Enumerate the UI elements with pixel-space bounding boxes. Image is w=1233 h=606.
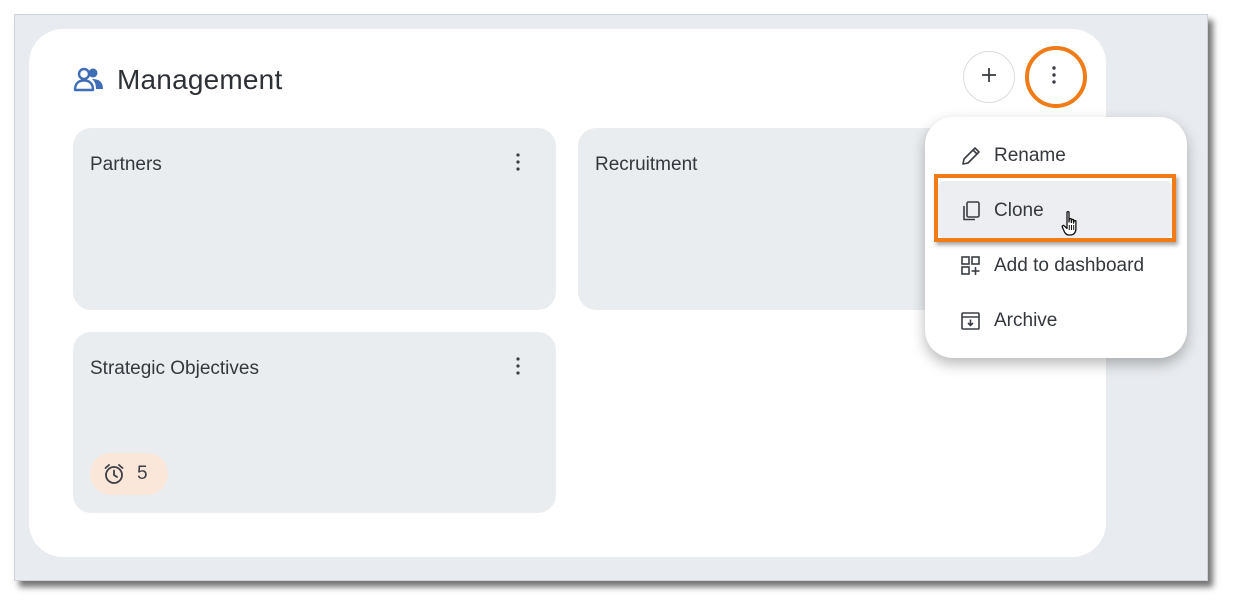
menu-item-label: Rename bbox=[994, 145, 1066, 166]
kebab-vertical-icon[interactable] bbox=[508, 152, 528, 174]
reminder-badge[interactable]: 5 bbox=[90, 453, 168, 495]
card-strategic-objectives[interactable]: Strategic Objectives 5 bbox=[73, 332, 556, 513]
plus-icon bbox=[980, 66, 998, 89]
menu-item-label: Add to dashboard bbox=[994, 255, 1145, 276]
pencil-icon bbox=[960, 145, 982, 167]
card-partners[interactable]: Partners bbox=[73, 128, 556, 310]
archive-icon bbox=[960, 310, 982, 332]
add-widget-icon bbox=[960, 255, 982, 277]
highlight-box bbox=[934, 174, 1176, 242]
menu-item-add-to-dashboard[interactable]: Add to dashboard bbox=[925, 241, 1187, 291]
reminder-count: 5 bbox=[137, 463, 148, 484]
people-icon bbox=[73, 67, 105, 93]
hand-cursor-icon bbox=[1061, 210, 1081, 243]
kebab-vertical-icon[interactable] bbox=[508, 356, 528, 378]
card-title: Strategic Objectives bbox=[90, 358, 259, 379]
menu-item-archive[interactable]: Archive bbox=[925, 296, 1187, 346]
card-title: Recruitment bbox=[595, 154, 698, 175]
highlight-ring bbox=[1025, 46, 1087, 108]
add-button[interactable] bbox=[963, 51, 1015, 103]
page-title: Management bbox=[117, 64, 283, 95]
card-title: Partners bbox=[90, 154, 162, 175]
alarm-clock-icon bbox=[102, 462, 126, 486]
board-header: Management bbox=[73, 60, 282, 100]
menu-item-label: Archive bbox=[994, 310, 1058, 331]
